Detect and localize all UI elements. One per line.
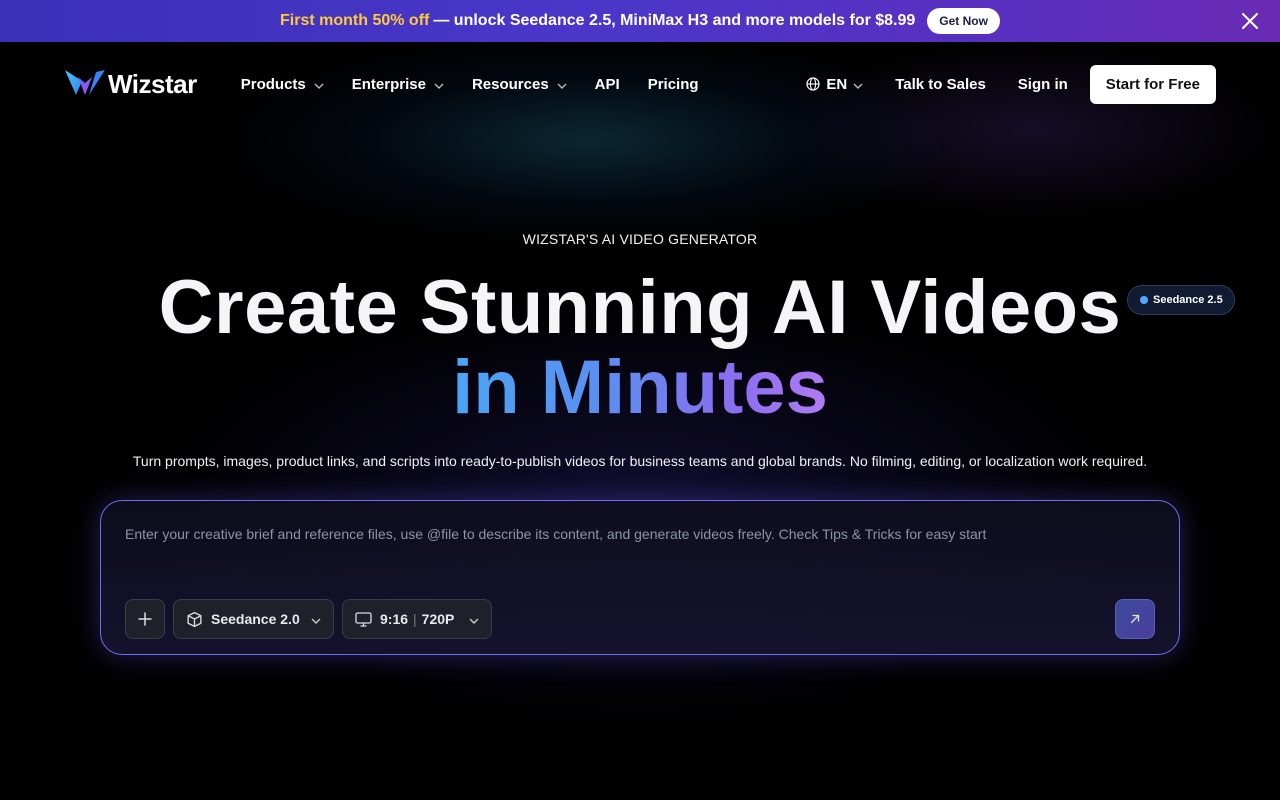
menu-item-label: Enterprise <box>351 75 426 93</box>
aspect-resolution-selector[interactable]: 9:16 | 720P <box>342 599 492 639</box>
get-now-button[interactable]: Get Now <box>927 8 1000 34</box>
menu-item-pricing[interactable]: Pricing <box>648 76 699 93</box>
hero-subtitle: Turn prompts, images, product links, and… <box>132 453 1148 469</box>
plus-icon <box>138 612 152 626</box>
hero-eyebrow: WIZSTAR'S AI VIDEO GENERATOR <box>522 231 758 247</box>
chevron-down-icon <box>434 76 444 93</box>
chevron-down-icon <box>469 611 479 627</box>
menu-item-label: API <box>594 75 620 93</box>
add-file-button[interactable] <box>125 599 165 639</box>
prompt-box[interactable]: Enter your creative brief and reference … <box>100 500 1180 655</box>
logo-text: Wizstar <box>108 68 197 99</box>
generate-button[interactable] <box>1115 599 1155 639</box>
model-badge: Seedance 2.5 <box>1127 285 1235 315</box>
menu-item-products[interactable]: Products <box>241 76 324 93</box>
menu-item-label: Pricing <box>647 75 699 93</box>
menu-item-enterprise[interactable]: Enterprise <box>352 76 444 93</box>
promo-banner: First month 50% off — unlock Seedance 2.… <box>0 0 1280 42</box>
hero-title: Create Stunning AI Videos <box>158 265 1122 350</box>
promo-highlight: First month 50% off <box>280 12 430 29</box>
language-selector[interactable]: EN <box>806 76 863 93</box>
promo-text: — unlock Seedance 2.5, MiniMax H3 and mo… <box>433 12 916 29</box>
prompt-input[interactable]: Enter your creative brief and reference … <box>125 526 1145 542</box>
menu-item-label: Products <box>240 75 306 93</box>
language-label: EN <box>826 75 848 93</box>
menu-item-api[interactable]: API <box>595 76 620 93</box>
resolution-label: 720P <box>421 611 455 627</box>
sign-in-link[interactable]: Sign in <box>1018 76 1068 93</box>
hero-title-line2: in Minutes <box>452 345 828 430</box>
chevron-down-icon <box>314 76 324 93</box>
menu-item-label: Resources <box>471 75 549 93</box>
start-for-free-button[interactable]: Start for Free <box>1089 64 1216 104</box>
close-icon[interactable] <box>1240 11 1260 31</box>
arrow-up-right-icon <box>1130 614 1140 624</box>
status-dot <box>1140 296 1148 304</box>
badge-label: Seedance 2.5 <box>1153 294 1223 306</box>
cube-icon <box>187 611 202 627</box>
chevron-down-icon <box>853 76 863 93</box>
model-selector[interactable]: Seedance 2.0 <box>173 599 334 639</box>
separator: | <box>413 611 417 627</box>
globe-icon <box>806 77 820 91</box>
aspect-ratio-label: 9:16 <box>380 611 409 627</box>
talk-to-sales-link[interactable]: Talk to Sales <box>895 76 986 93</box>
nav-right: EN Talk to Sales Sign in Start for Free <box>806 64 1216 104</box>
main-menu: Products Enterprise Resources API Pricin… <box>241 76 727 93</box>
chevron-down-icon <box>557 76 567 93</box>
logo[interactable]: Wizstar <box>64 67 197 102</box>
menu-item-resources[interactable]: Resources <box>472 76 567 93</box>
hero-title-gradient: in Minutes <box>0 348 1280 428</box>
monitor-icon <box>355 611 372 627</box>
chevron-down-icon <box>311 611 321 627</box>
model-label: Seedance 2.0 <box>211 611 300 627</box>
top-nav: Wizstar Products Enterprise Resources AP… <box>0 42 1280 126</box>
wizstar-logo-icon <box>64 67 106 102</box>
